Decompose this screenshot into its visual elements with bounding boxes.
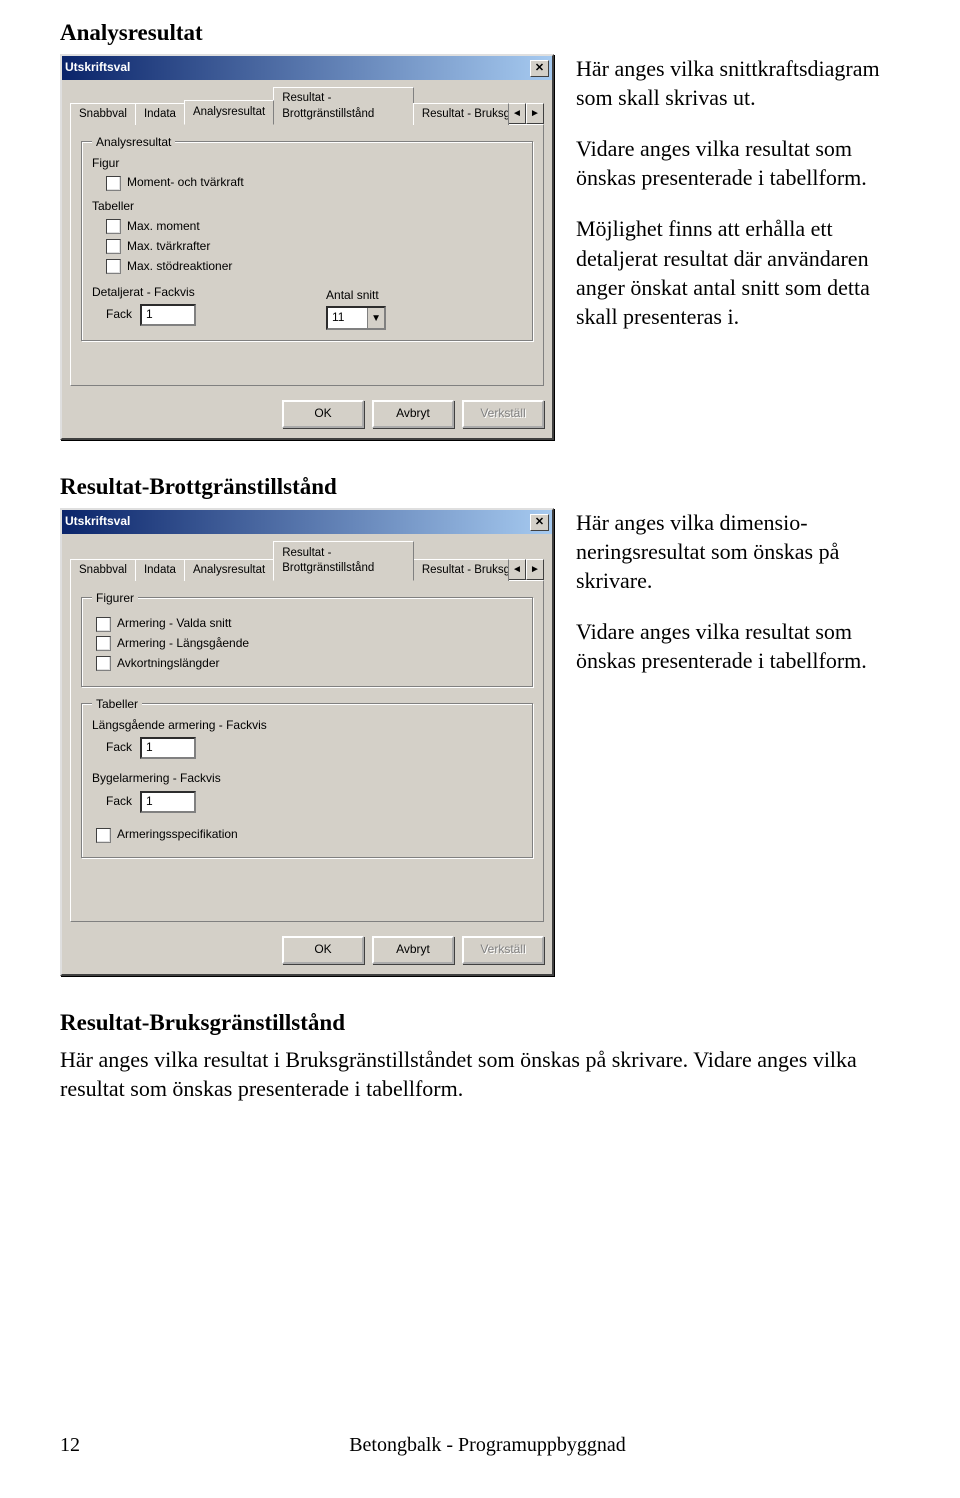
dialog1-titlebar: Utskriftsval ✕ [62,56,552,80]
checkbox-icon[interactable] [106,219,121,234]
tab1-label: Längsgående armering - Fackvis [92,718,522,734]
chk-armeringsspecifikation[interactable]: Armeringsspecifikation [96,827,522,843]
section1-heading: Analysresultat [60,18,900,48]
tab1-fack-input[interactable]: 1 [140,737,196,759]
chk-moment-tvarkraft[interactable]: Moment- och tvärkraft [106,175,522,191]
tabpanel-brottgrans: Figurer Armering - Valda snitt Armering … [70,580,544,922]
close-icon[interactable]: ✕ [530,514,549,531]
group-figurer-label: Figurer [92,591,138,607]
chk-label: Avkortningslängder [117,656,220,672]
tab2-fack-input[interactable]: 1 [140,791,196,813]
section1-p3: Möjlighet finns att erhålla ett detaljer… [576,214,900,330]
close-icon[interactable]: ✕ [530,60,549,77]
chk-label: Max. tvärkrafter [127,239,210,255]
dialog1-title: Utskriftsval [65,60,130,76]
tab1-fack-label: Fack [106,740,132,756]
section2-p2: Vidare anges vilka resultat som önskas p… [576,617,900,675]
chevron-down-icon[interactable]: ▼ [367,308,384,328]
tab-snabbval[interactable]: Snabbval [70,559,136,581]
tab-indata[interactable]: Indata [135,559,185,581]
chk-max-tvarkrafter[interactable]: Max. tvärkrafter [106,239,522,255]
chk-label: Max. stödreaktioner [127,259,232,275]
group-figurer: Figurer Armering - Valda snitt Armering … [81,597,533,686]
tabpanel-analysresultat: Analysresultat Figur Moment- och tvärkra… [70,124,544,386]
section3-p1: Här anges vilka resultat i Bruksgränstil… [60,1045,900,1103]
antal-snitt-combo[interactable]: 11 ▼ [326,306,386,330]
fack-input[interactable]: 1 [140,304,196,326]
section2-p1: Här anges vilka dimensio­neringsresultat… [576,508,900,595]
apply-button[interactable]: Verkställ [462,400,544,428]
tab2-fack-label: Fack [106,794,132,810]
checkbox-icon[interactable] [96,656,111,671]
checkbox-icon[interactable] [96,617,111,632]
detaljerat-label: Detaljerat - Fackvis [92,285,196,301]
chk-max-moment[interactable]: Max. moment [106,219,522,235]
fack-label: Fack [106,307,132,323]
ok-button[interactable]: OK [282,400,364,428]
dialog2-titlebar: Utskriftsval ✕ [62,510,552,534]
dialog-analysresultat: Utskriftsval ✕ Snabbval Indata Analysres… [60,54,554,439]
section3-body: Här anges vilka resultat i Bruksgränstil… [60,1045,900,1103]
chk-avkortningslangder[interactable]: Avkortningslängder [96,656,522,672]
chk-armering-langsgaende[interactable]: Armering - Längsgående [96,636,522,652]
checkbox-icon[interactable] [96,636,111,651]
section1-p1: Här anges vilka snitt­kraftsdiagram som … [576,54,900,112]
tab-brottgranstillstand[interactable]: Resultat - Brottgränstillstånd [273,541,414,581]
chk-label: Armering - Valda snitt [117,616,232,632]
tabstrip2: Snabbval Indata Analysresultat Resultat … [70,540,544,580]
section3-heading: Resultat-Bruksgränstillstånd [60,1008,900,1038]
group-tabeller-label: Tabeller [92,697,142,713]
tab-scroll-right-icon[interactable]: ► [526,559,544,580]
group-tabeller: Tabeller Längsgående armering - Fackvis … [81,703,533,858]
tab2-label: Bygelarmering - Fackvis [92,771,522,787]
dialog-brottgranstillstand: Utskriftsval ✕ Snabbval Indata Analysres… [60,508,554,976]
ok-button[interactable]: OK [282,936,364,964]
tab-indata[interactable]: Indata [135,103,185,125]
tab-bruksgr[interactable]: Resultat - Bruksgr [413,559,509,581]
group-analysresultat-label: Analysresultat [92,135,175,151]
section1-p2: Vidare anges vilka resul­tat som önskas … [576,134,900,192]
tab-analysresultat[interactable]: Analysresultat [184,100,274,125]
section1-sidetext: Här anges vilka snitt­kraftsdiagram som … [576,54,900,352]
chk-max-stodreaktioner[interactable]: Max. stödreaktioner [106,259,522,275]
tab-scroll-left-icon[interactable]: ◄ [508,559,526,580]
group-analysresultat: Analysresultat Figur Moment- och tvärkra… [81,141,533,342]
chk-label: Armeringsspecifikation [117,827,238,843]
tab-brottgranstillstand[interactable]: Resultat - Brottgränstillstånd [273,87,414,124]
doc-title: Betongbalk - Programuppbyggnad [349,1432,626,1458]
dialog2-title: Utskriftsval [65,514,130,530]
figur-label: Figur [92,156,522,172]
checkbox-icon[interactable] [106,239,121,254]
section2-sidetext: Här anges vilka dimensio­neringsresultat… [576,508,900,697]
chk-label: Moment- och tvärkraft [127,175,244,191]
antal-snitt-label: Antal snitt [326,288,386,304]
tab-scroll-right-icon[interactable]: ► [526,103,544,124]
checkbox-icon[interactable] [106,259,121,274]
apply-button[interactable]: Verkställ [462,936,544,964]
tab-snabbval[interactable]: Snabbval [70,103,136,125]
checkbox-icon[interactable] [106,176,121,191]
tabeller-label: Tabeller [92,199,522,215]
page-footer: 12 Betongbalk - Programuppbyggnad . [60,1432,900,1458]
section2-heading: Resultat-Brottgränstillstånd [60,472,900,502]
chk-label: Max. moment [127,219,200,235]
checkbox-icon[interactable] [96,828,111,843]
chk-label: Armering - Längsgående [117,636,249,652]
tab-bruksgr[interactable]: Resultat - Bruksgr [413,103,509,125]
chk-armering-valda-snitt[interactable]: Armering - Valda snitt [96,616,522,632]
tab-analysresultat[interactable]: Analysresultat [184,559,274,581]
tabstrip: Snabbval Indata Analysresultat Resultat … [70,86,544,123]
page-number: 12 [60,1432,80,1458]
cancel-button[interactable]: Avbryt [372,936,454,964]
cancel-button[interactable]: Avbryt [372,400,454,428]
combo-value: 11 [328,308,367,328]
tab-scroll-left-icon[interactable]: ◄ [508,103,526,124]
